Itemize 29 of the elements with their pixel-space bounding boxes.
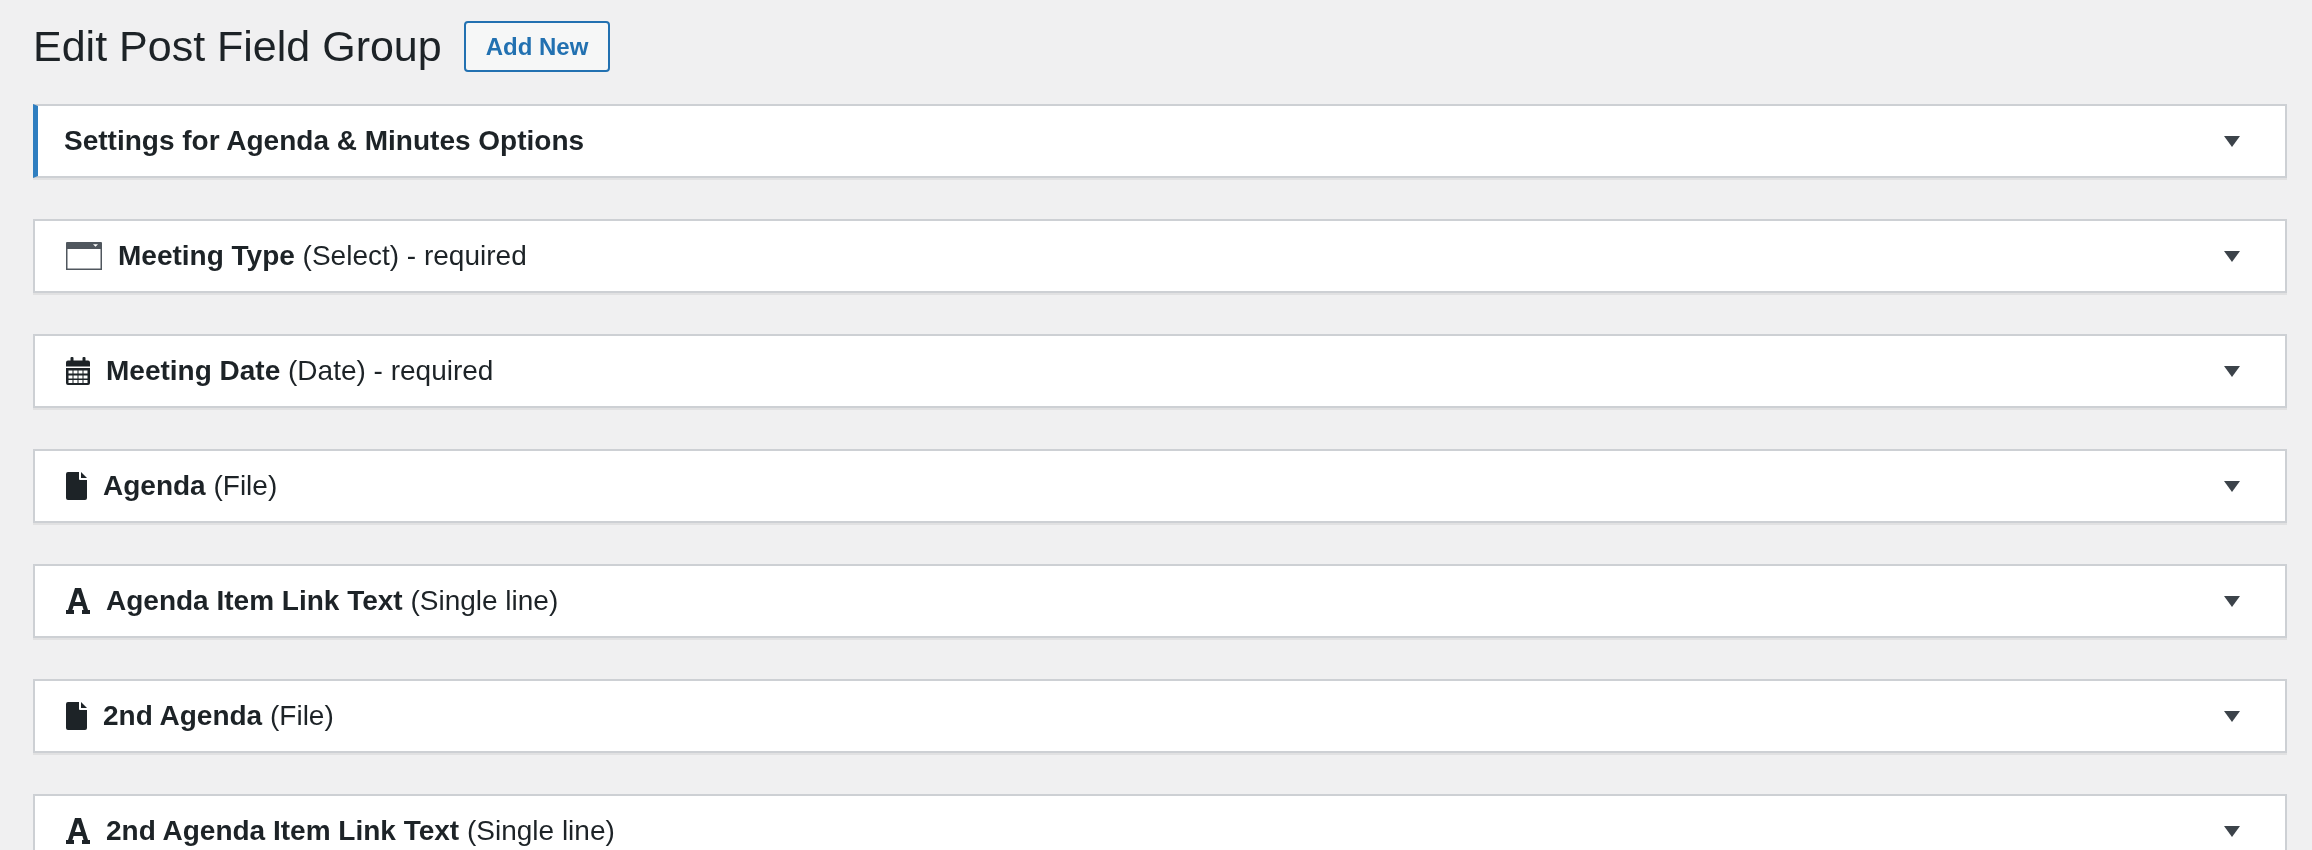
caret-icon[interactable] [2224,825,2240,837]
calendar-icon [66,357,90,385]
field-panel[interactable]: Agenda Item Link Text (Single line) [33,564,2287,638]
caret-icon[interactable] [2224,710,2240,722]
field-panel[interactable]: Agenda (File) [33,449,2287,523]
page-title: Edit Post Field Group [33,21,442,72]
dropdown-field-icon [66,242,102,270]
field-panel[interactable]: 2nd Agenda Item Link Text (Single line) [33,794,2287,850]
field-label: 2nd Agenda (File) [103,699,334,733]
add-new-button[interactable]: Add New [463,21,611,72]
caret-icon[interactable] [2224,365,2240,377]
font-icon [66,818,90,844]
caret-icon[interactable] [2224,135,2240,147]
settings-title: Settings for Agenda & Minutes Options [64,124,585,158]
file-icon [66,472,87,500]
caret-icon[interactable] [2224,595,2240,607]
field-label: Agenda (File) [103,469,278,503]
caret-icon[interactable] [2224,250,2240,262]
field-panel[interactable]: 2nd Agenda (File) [33,679,2287,753]
font-icon [66,588,90,614]
field-label: Meeting Date (Date) - required [106,354,494,388]
field-panel[interactable]: Meeting Date (Date) - required [33,334,2287,408]
field-label: Agenda Item Link Text (Single line) [106,584,559,618]
caret-icon[interactable] [2224,480,2240,492]
settings-panel[interactable]: Settings for Agenda & Minutes Options [33,104,2287,178]
file-icon [66,702,87,730]
field-label: 2nd Agenda Item Link Text (Single line) [106,814,615,848]
field-label: Meeting Type (Select) - required [118,239,527,273]
field-panel[interactable]: Meeting Type (Select) - required [33,219,2287,293]
